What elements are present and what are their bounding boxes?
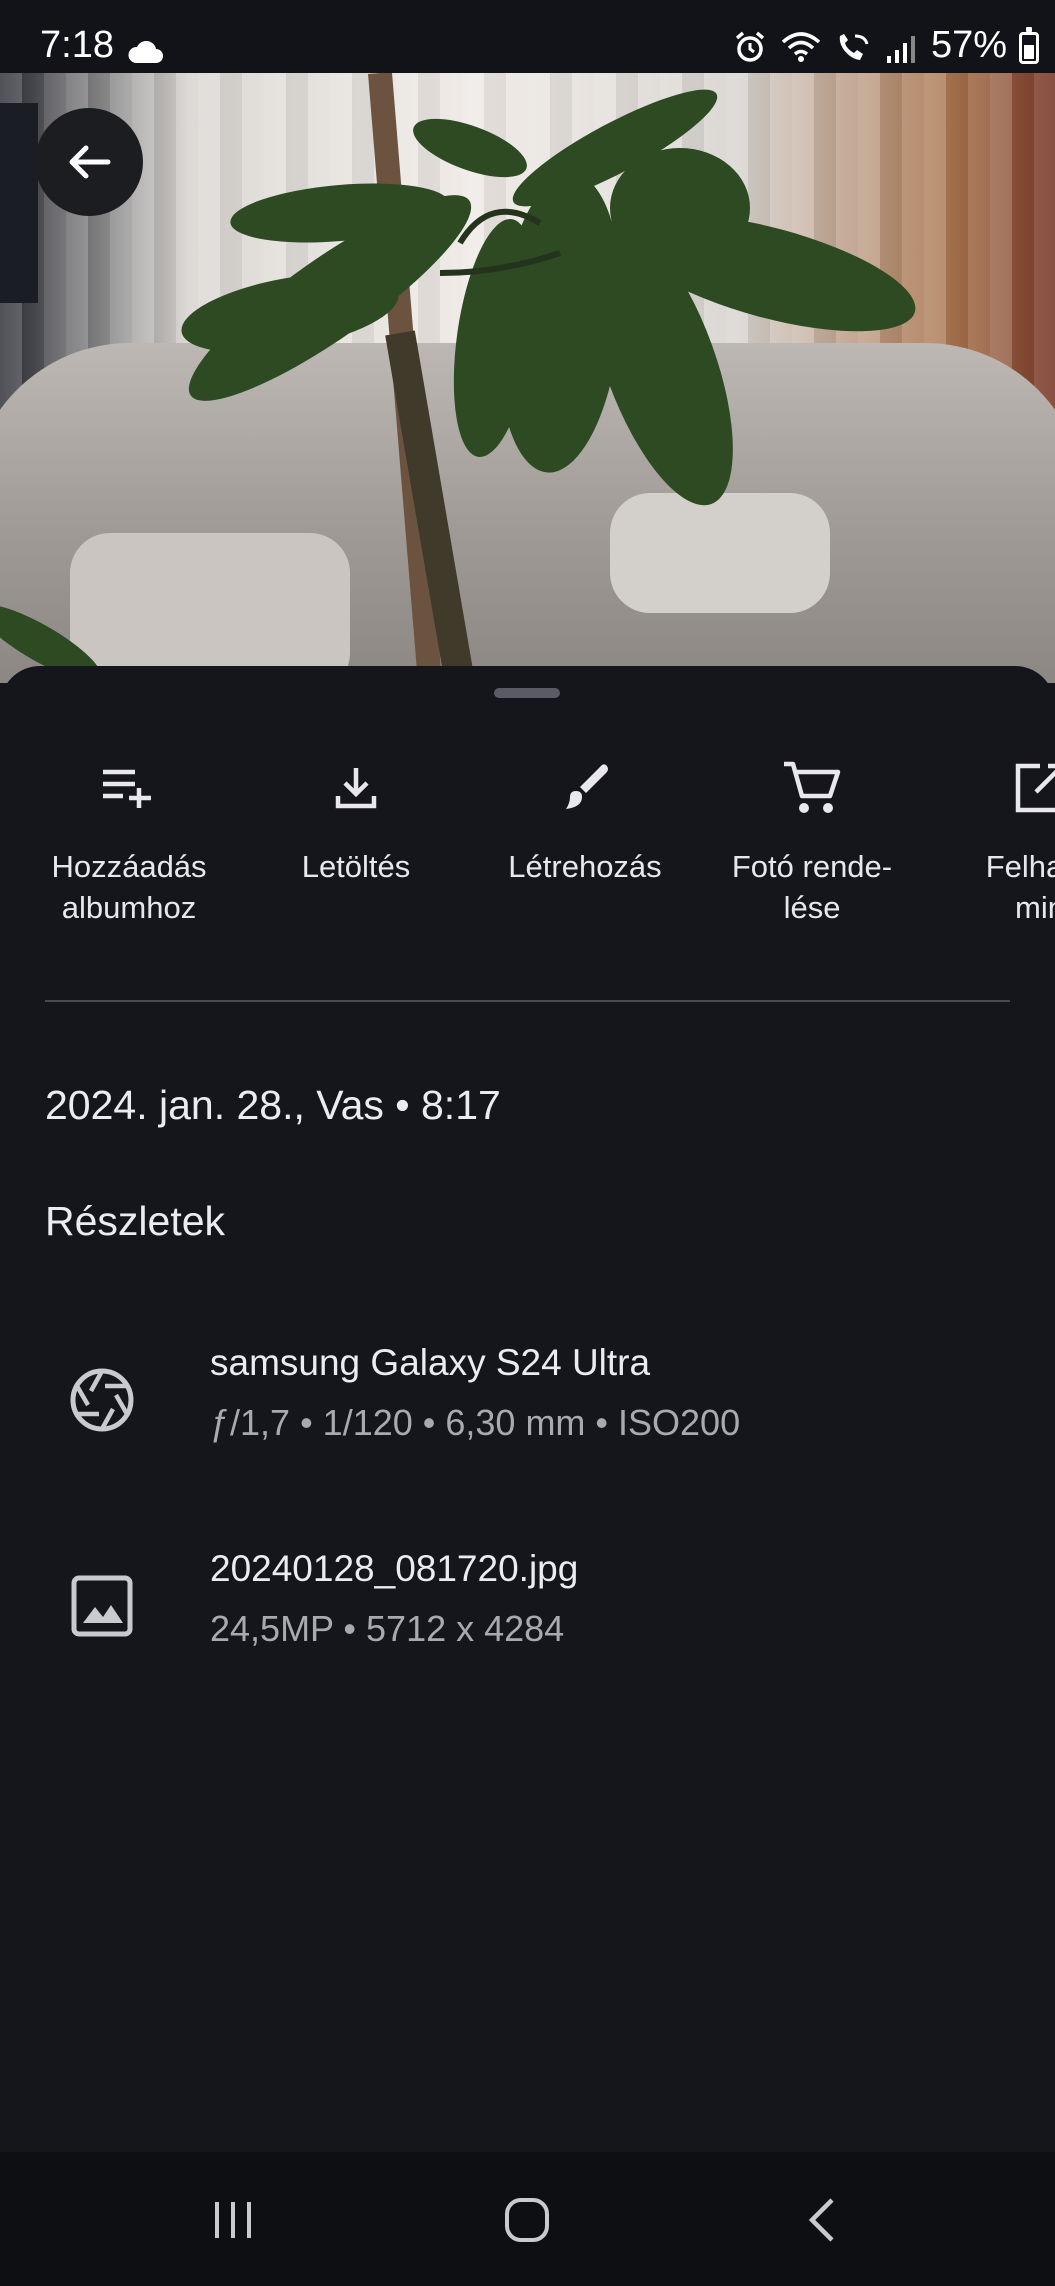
system-nav-bar xyxy=(0,2152,1055,2286)
recents-button[interactable] xyxy=(193,2188,273,2252)
add-to-album-button[interactable]: Hozzáadás albumhoz xyxy=(19,748,239,928)
camera-aperture-icon xyxy=(68,1366,136,1434)
date-time[interactable]: 2024. jan. 28., Vas • 8:17 xyxy=(45,1082,501,1129)
brush-icon xyxy=(475,748,695,828)
file-resolution: 24,5MP • 5712 x 4284 xyxy=(210,1608,565,1649)
download-button[interactable]: Letöltés xyxy=(246,748,466,887)
image-icon xyxy=(68,1572,136,1640)
camera-settings: ƒ/1,7 • 1/120 • 6,30 mm • ISO200 xyxy=(210,1402,741,1443)
status-time: 7:18 xyxy=(40,24,114,66)
nav-back-button[interactable] xyxy=(782,2188,862,2252)
back-button[interactable] xyxy=(35,108,143,216)
camera-detail-row: samsung Galaxy S24 Ultra ƒ/1,7 • 1/120 •… xyxy=(0,1342,1055,1472)
file-name: 20240128_081720.jpg xyxy=(210,1548,579,1589)
details-sheet: Hozzáadás albumhoz Letöltés Létrehozás F… xyxy=(0,666,1055,2152)
order-photo-label: Fotó rende- lése xyxy=(731,849,893,925)
back-icon xyxy=(808,2198,834,2242)
cloud-icon xyxy=(126,32,164,75)
alarm-icon xyxy=(733,30,767,74)
wifi-icon xyxy=(781,31,821,74)
home-icon xyxy=(505,2198,549,2242)
battery-icon xyxy=(1019,27,1039,64)
order-photo-button[interactable]: Fotó rende- lése xyxy=(702,748,922,928)
wifi-calling-icon xyxy=(835,31,871,74)
signal-icon xyxy=(885,31,917,74)
use-as-label: Felhasz min xyxy=(985,849,1055,925)
file-detail-row: 20240128_081720.jpg 24,5MP • 5712 x 4284 xyxy=(0,1548,1055,1678)
battery-percent: 57% xyxy=(930,24,1007,66)
status-bar: 7:18 57% xyxy=(0,0,1055,73)
sheet-drag-handle[interactable] xyxy=(494,688,560,698)
create-label: Létrehozás xyxy=(508,849,662,884)
arrow-left-icon xyxy=(69,145,111,179)
add-to-album-label: Hozzáadás albumhoz xyxy=(51,849,207,925)
create-button[interactable]: Létrehozás xyxy=(475,748,695,887)
download-label: Letöltés xyxy=(301,849,411,884)
photo-preview[interactable] xyxy=(0,73,1055,683)
home-button[interactable] xyxy=(487,2188,567,2252)
recents-icon xyxy=(215,2202,251,2238)
playlist-add-icon xyxy=(19,748,239,828)
plant-image xyxy=(0,73,916,683)
action-row: Hozzáadás albumhoz Letöltés Létrehozás F… xyxy=(0,748,1055,928)
open-external-icon xyxy=(930,748,1055,828)
divider xyxy=(45,1000,1010,1002)
use-as-button[interactable]: Felhasz min xyxy=(930,748,1055,928)
details-heading: Részletek xyxy=(45,1198,226,1244)
camera-model: samsung Galaxy S24 Ultra xyxy=(210,1342,651,1383)
cart-icon xyxy=(702,748,922,828)
download-icon xyxy=(246,748,466,828)
